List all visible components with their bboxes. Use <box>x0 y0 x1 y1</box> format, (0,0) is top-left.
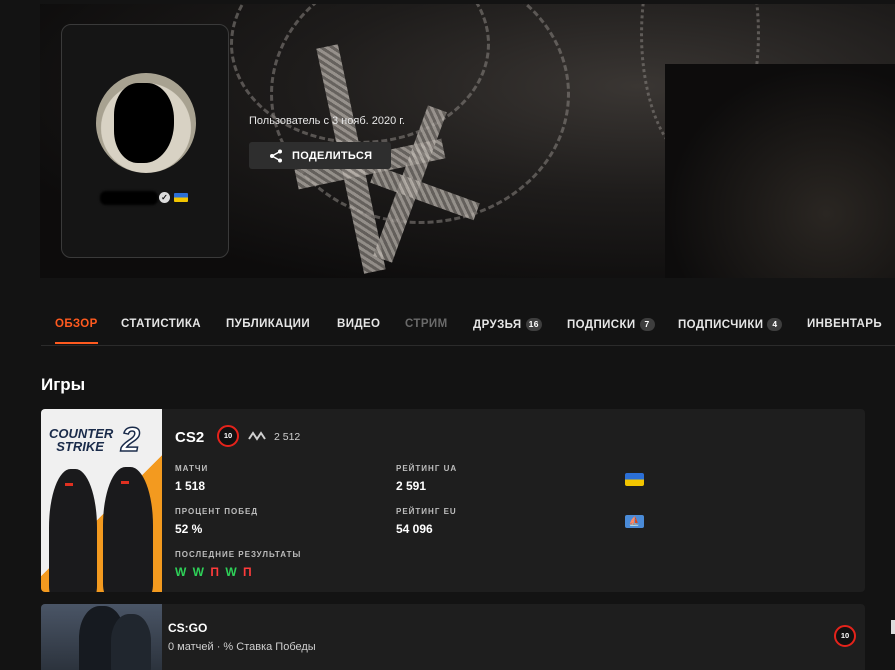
cs2-cover-logo-number: 2 <box>120 420 140 460</box>
ukraine-flag-icon <box>174 193 188 202</box>
cs2-cover-logo: COUNTER STRIKE <box>49 426 114 454</box>
result-item: W <box>225 565 239 579</box>
matches-label: МАТЧИ <box>175 464 209 473</box>
game-card-cs2[interactable]: COUNTER STRIKE 2 CS2 10 2 512 МАТЧИ 1 51… <box>41 409 865 592</box>
last-results-label: ПОСЛЕДНИЕ РЕЗУЛЬТАТЫ <box>175 550 302 559</box>
tab-video[interactable]: ВИДЕО <box>337 318 380 330</box>
tab-overview[interactable]: ОБЗОР <box>55 318 98 344</box>
csgo-cover-image <box>41 604 162 670</box>
rating-ua-label: РЕЙТИНГ UA <box>396 464 458 473</box>
username-redaction <box>100 191 158 205</box>
scroll-edge-indicator <box>891 620 895 634</box>
rating-ua-value: 2 591 <box>396 479 427 493</box>
share-button[interactable]: ПОДЕЛИТЬСЯ <box>249 142 391 169</box>
subscribers-count-badge: 4 <box>767 318 783 331</box>
cs2-cover-image: COUNTER STRIKE 2 <box>41 409 162 592</box>
tab-inventory[interactable]: ИНВЕНТАРЬ <box>807 318 882 330</box>
avatar-redaction <box>114 83 174 163</box>
result-item: W <box>192 565 206 579</box>
member-since: Пользователь с 3 нояб. 2020 г. <box>249 115 405 127</box>
tab-stream[interactable]: СТРИМ <box>405 318 448 330</box>
ukraine-flag-icon <box>625 473 644 486</box>
result-item: П <box>210 565 221 579</box>
friends-count-badge: 16 <box>525 318 542 331</box>
tab-friends[interactable]: ДРУЗЬЯ 16 <box>473 318 542 331</box>
result-item: W <box>175 565 188 579</box>
last-results: W W П W П <box>175 565 253 579</box>
csgo-level-badge: 10 <box>834 625 856 647</box>
share-button-label: ПОДЕЛИТЬСЯ <box>292 149 373 162</box>
profile-tabs: ОБЗОР СТАТИСТИКА ПУБЛИКАЦИИ ВИДЕО СТРИМ … <box>41 304 895 346</box>
tab-subscriptions[interactable]: ПОДПИСКИ 7 <box>567 318 655 331</box>
tab-statistics[interactable]: СТАТИСТИКА <box>121 318 201 330</box>
winrate-value: 52 % <box>175 522 203 536</box>
europe-region-icon: ⛵ <box>625 515 644 528</box>
share-icon <box>270 149 282 162</box>
matches-value: 1 518 <box>175 479 206 493</box>
tab-publications[interactable]: ПУБЛИКАЦИИ <box>226 318 310 330</box>
games-section-title: Игры <box>41 375 86 394</box>
csgo-title: CS:GO <box>168 621 208 635</box>
rating-eu-label: РЕЙТИНГ EU <box>396 507 457 516</box>
elo-trend-icon <box>248 430 268 445</box>
rating-eu-value: 54 096 <box>396 522 433 536</box>
cs2-elo: 2 512 <box>274 431 301 443</box>
subscriptions-count-badge: 7 <box>639 318 655 331</box>
cs2-level-badge: 10 <box>217 425 239 447</box>
cs2-title: CS2 <box>175 429 205 446</box>
csgo-subtitle: 0 матчей · % Ставка Победы <box>168 641 316 653</box>
profile-card: ✓ <box>61 24 229 258</box>
tab-subscribers[interactable]: ПОДПИСЧИКИ 4 <box>678 318 783 331</box>
result-item: П <box>242 565 254 579</box>
verified-icon: ✓ <box>159 192 170 203</box>
game-card-csgo[interactable]: CS:GO 0 матчей · % Ставка Победы 10 <box>41 604 865 670</box>
avatar[interactable] <box>96 73 196 173</box>
winrate-label: ПРОЦЕНТ ПОБЕД <box>175 507 259 516</box>
